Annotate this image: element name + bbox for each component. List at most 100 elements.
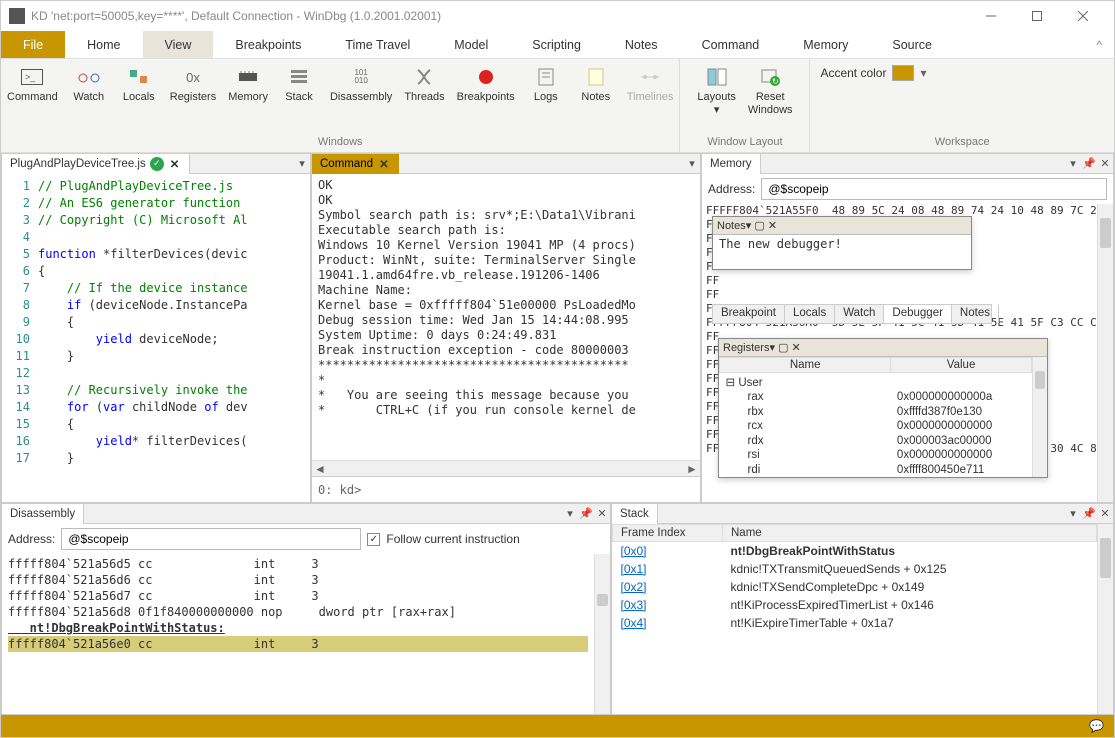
menu-model[interactable]: Model bbox=[432, 31, 510, 58]
tab-command[interactable]: Command ✕ bbox=[312, 154, 399, 174]
menu-command[interactable]: Command bbox=[680, 31, 782, 58]
dropdown-icon[interactable]: ▾ bbox=[294, 156, 310, 172]
notes-body[interactable]: The new debugger! bbox=[713, 235, 971, 253]
ribbon: >_Command Watch Locals 0xRegisters Memor… bbox=[1, 59, 1114, 153]
terminal-icon: >_ bbox=[20, 65, 44, 89]
ribbon-stack[interactable]: Stack bbox=[274, 63, 324, 106]
maximize-button[interactable] bbox=[1014, 1, 1060, 31]
chip-icon bbox=[236, 65, 260, 89]
notes-window[interactable]: Notes▾ ▢ ✕ The new debugger! bbox=[712, 216, 972, 270]
restore-icon[interactable]: ▢ bbox=[754, 219, 764, 232]
dropdown-icon[interactable]: ▾ bbox=[684, 156, 700, 172]
close-icon[interactable]: ✕ bbox=[1097, 156, 1113, 172]
ribbon-disassembly[interactable]: 101010Disassembly bbox=[324, 63, 398, 106]
ribbon-group-workspace: Workspace bbox=[810, 134, 1114, 152]
menu-source[interactable]: Source bbox=[870, 31, 954, 58]
logs-icon bbox=[534, 65, 558, 89]
layouts-icon bbox=[705, 65, 729, 89]
menu-file[interactable]: File bbox=[1, 31, 65, 58]
follow-label: Follow current instruction bbox=[386, 532, 519, 546]
menu-time-travel[interactable]: Time Travel bbox=[323, 31, 432, 58]
stack-frame-link[interactable]: [0x4] bbox=[621, 616, 647, 630]
ribbon-locals[interactable]: Locals bbox=[114, 63, 164, 106]
v-scrollbar[interactable] bbox=[1032, 357, 1047, 477]
notes-icon bbox=[584, 65, 608, 89]
check-icon: ✓ bbox=[150, 157, 164, 171]
close-icon[interactable]: ✕ bbox=[792, 341, 801, 354]
stack-frame-link[interactable]: [0x3] bbox=[621, 598, 647, 612]
menu-home[interactable]: Home bbox=[65, 31, 142, 58]
menu-breakpoints[interactable]: Breakpoints bbox=[213, 31, 323, 58]
pin-icon[interactable]: 📌 bbox=[1081, 506, 1097, 522]
ribbon-breakpoints[interactable]: Breakpoints bbox=[451, 63, 521, 106]
ribbon-collapse-icon[interactable]: ^ bbox=[1084, 31, 1114, 58]
pin-icon[interactable]: 📌 bbox=[1081, 156, 1097, 172]
ribbon-layouts[interactable]: Layouts▾ bbox=[691, 63, 742, 119]
accent-color-swatch[interactable] bbox=[892, 65, 914, 81]
pin-icon[interactable]: 📌 bbox=[578, 506, 594, 522]
close-icon[interactable]: ✕ bbox=[168, 157, 182, 171]
stack-frame-link[interactable]: [0x1] bbox=[621, 562, 647, 576]
stack-frame-link[interactable]: [0x2] bbox=[621, 580, 647, 594]
tab-locals[interactable]: Locals bbox=[785, 305, 835, 323]
svg-text:>_: >_ bbox=[25, 72, 36, 82]
dropdown-icon[interactable]: ▾ bbox=[746, 219, 752, 232]
ribbon-command[interactable]: >_Command bbox=[1, 63, 64, 106]
ribbon-watch[interactable]: Watch bbox=[64, 63, 114, 106]
dock-area: PlugAndPlayDeviceTree.js ✓ ✕ ▾ 123456789… bbox=[1, 153, 1114, 715]
ribbon-notes[interactable]: Notes bbox=[571, 63, 621, 106]
threads-icon bbox=[412, 65, 436, 89]
ribbon-reset-windows[interactable]: ↻Reset Windows bbox=[742, 63, 799, 119]
tab-notes-bottom[interactable]: Notes bbox=[952, 305, 999, 323]
h-scrollbar[interactable]: ◄► bbox=[312, 460, 700, 476]
tab-stack[interactable]: Stack bbox=[612, 504, 658, 524]
dropdown-icon[interactable]: ▾ bbox=[562, 506, 578, 522]
feedback-icon[interactable]: 💬 bbox=[1089, 719, 1104, 733]
minimize-button[interactable] bbox=[968, 1, 1014, 31]
command-output[interactable]: OK OK Symbol search path is: srv*;E:\Dat… bbox=[312, 174, 700, 460]
menu-notes[interactable]: Notes bbox=[603, 31, 680, 58]
ribbon-registers[interactable]: 0xRegisters bbox=[164, 63, 222, 106]
tab-script-file[interactable]: PlugAndPlayDeviceTree.js ✓ ✕ bbox=[2, 154, 190, 174]
tab-breakpoint[interactable]: Breakpoint bbox=[713, 305, 785, 323]
ribbon-group-layout: Window Layout bbox=[680, 134, 809, 152]
chevron-down-icon[interactable]: ▾ bbox=[920, 66, 926, 80]
registers-window[interactable]: Registers▾ ▢ ✕ NameValue ⊟ Userrax0x0000… bbox=[718, 338, 1048, 478]
close-icon[interactable]: ✕ bbox=[377, 157, 391, 171]
svg-text:↻: ↻ bbox=[772, 77, 779, 86]
close-button[interactable] bbox=[1060, 1, 1106, 31]
tab-debugger[interactable]: Debugger bbox=[884, 305, 952, 323]
stack-frame-link[interactable]: [0x0] bbox=[621, 544, 647, 558]
registers-title: Registers bbox=[723, 342, 769, 354]
menu-scripting[interactable]: Scripting bbox=[510, 31, 603, 58]
tab-watch[interactable]: Watch bbox=[835, 305, 884, 323]
close-icon[interactable]: ✕ bbox=[594, 506, 610, 522]
menu-memory[interactable]: Memory bbox=[781, 31, 870, 58]
ribbon-threads[interactable]: Threads bbox=[398, 63, 450, 106]
registers-table: NameValue ⊟ Userrax0x000000000000arbx0xf… bbox=[719, 357, 1032, 477]
code-editor[interactable]: 1234567891011121314151617 // PlugAndPlay… bbox=[2, 174, 310, 502]
dropdown-icon[interactable]: ▾ bbox=[1065, 156, 1081, 172]
command-input[interactable]: 0: kd> bbox=[312, 476, 700, 502]
ribbon-logs[interactable]: Logs bbox=[521, 63, 571, 106]
ribbon-memory[interactable]: Memory bbox=[222, 63, 274, 106]
dropdown-icon[interactable]: ▾ bbox=[1065, 506, 1081, 522]
memory-address-input[interactable] bbox=[761, 178, 1107, 200]
close-icon[interactable]: ✕ bbox=[1097, 506, 1113, 522]
dropdown-icon[interactable]: ▾ bbox=[769, 341, 775, 354]
watch-tabstrip: Breakpoint Locals Watch Debugger Notes bbox=[712, 304, 992, 324]
ribbon-group-windows: Windows bbox=[1, 134, 679, 152]
restore-icon[interactable]: ▢ bbox=[778, 341, 788, 354]
close-icon[interactable]: ✕ bbox=[768, 219, 777, 232]
v-scrollbar[interactable] bbox=[594, 554, 610, 714]
tab-disassembly[interactable]: Disassembly bbox=[2, 504, 84, 524]
disasm-address-label: Address: bbox=[8, 532, 55, 546]
v-scrollbar[interactable] bbox=[1097, 524, 1113, 714]
tab-memory[interactable]: Memory bbox=[702, 154, 761, 174]
v-scrollbar[interactable] bbox=[1097, 204, 1113, 502]
disassembly-view[interactable]: fffff804`521a56d5 cc int 3fffff804`521a5… bbox=[2, 554, 594, 714]
title-bar: KD 'net:port=50005,key=****', Default Co… bbox=[1, 1, 1114, 31]
follow-checkbox[interactable]: ✓ bbox=[367, 533, 380, 546]
disasm-address-input[interactable] bbox=[61, 528, 361, 550]
menu-view[interactable]: View bbox=[143, 31, 214, 58]
